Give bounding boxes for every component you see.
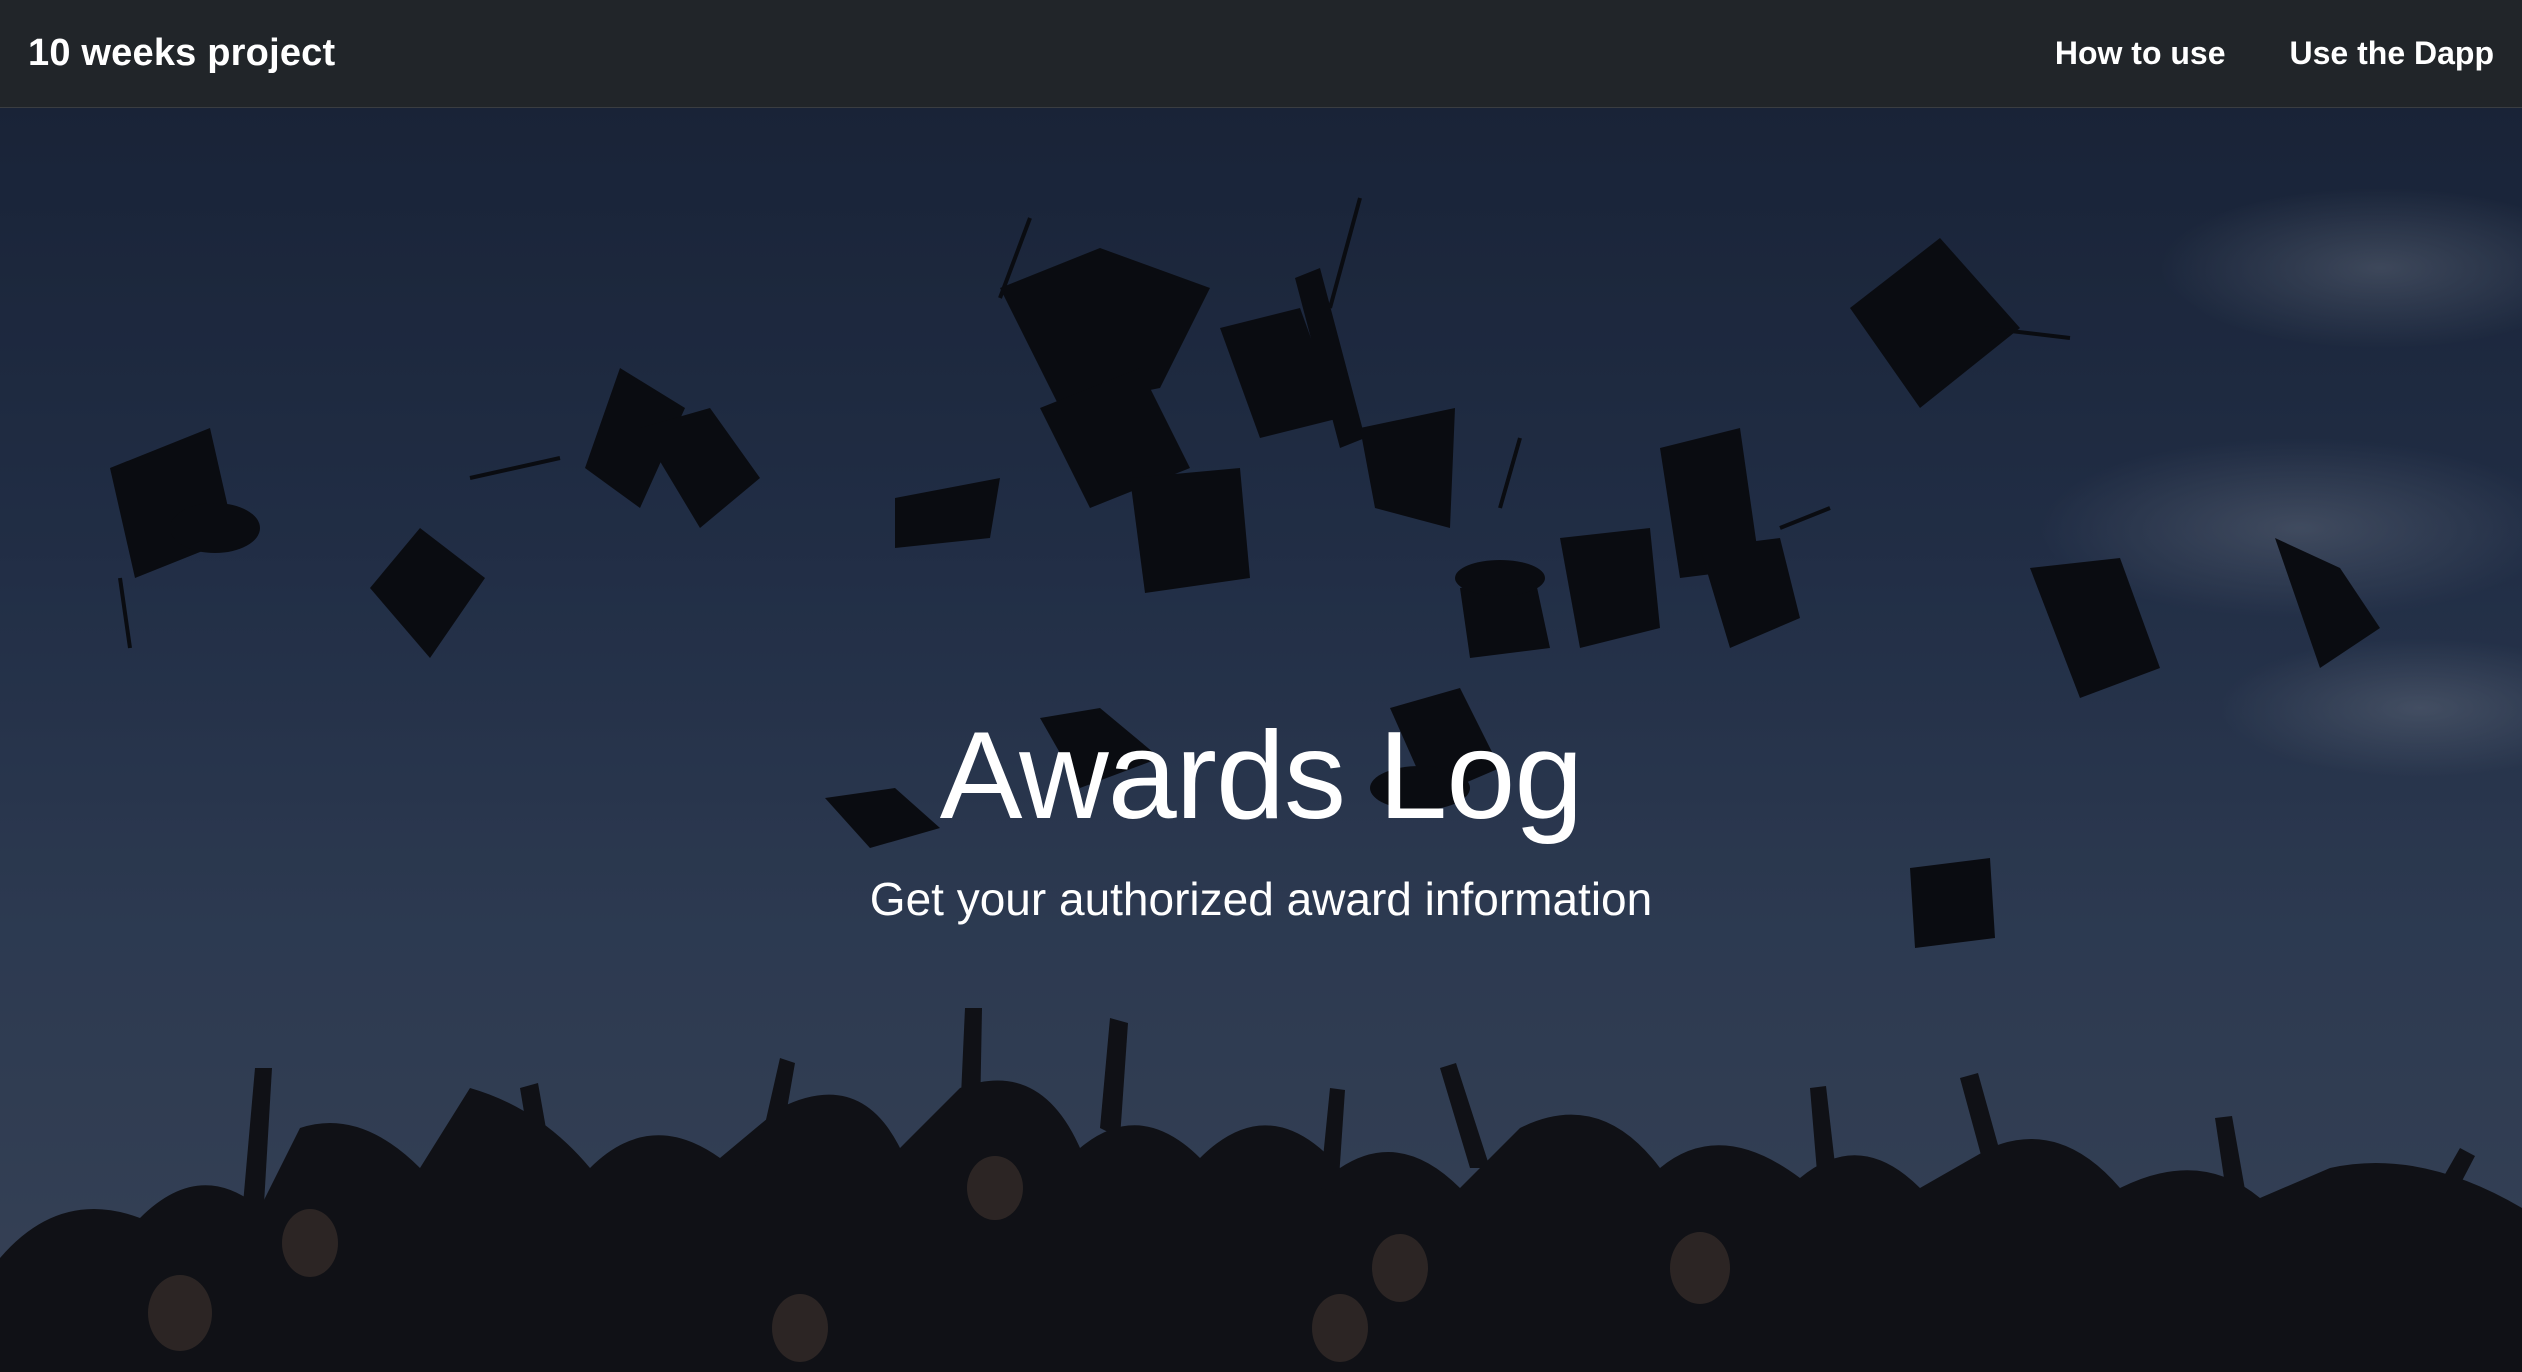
brand-link[interactable]: 10 weeks project <box>28 32 335 75</box>
hero-subtitle: Get your authorized award information <box>869 873 1653 926</box>
top-navbar: 10 weeks project How to use Use the Dapp <box>0 0 2522 108</box>
hero-text: Awards Log Get your authorized award inf… <box>0 708 2522 926</box>
hero-title: Awards Log <box>939 707 1584 845</box>
nav-links: How to use Use the Dapp <box>2055 35 2494 72</box>
nav-how-to-use-link[interactable]: How to use <box>2055 35 2226 72</box>
hero-section: Awards Log Get your authorized award inf… <box>0 108 2522 1372</box>
nav-use-dapp-link[interactable]: Use the Dapp <box>2290 35 2494 72</box>
